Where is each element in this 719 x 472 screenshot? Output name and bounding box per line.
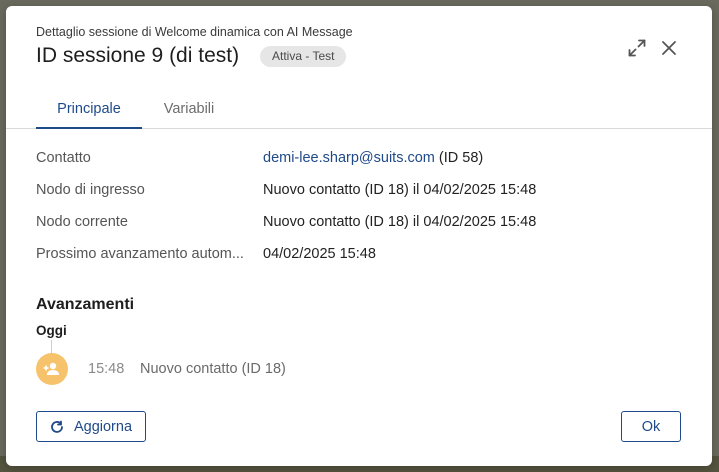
dialog-subtitle: Dettaglio sessione di Welcome dinamica c… <box>36 25 353 39</box>
tab-bar: Principale Variabili <box>6 94 712 129</box>
close-icon <box>662 41 676 55</box>
detail-row-current-node: Nodo corrente Nuovo contatto (ID 18) il … <box>36 214 686 234</box>
refresh-icon <box>50 420 64 434</box>
ok-button[interactable]: Ok <box>621 411 681 442</box>
progress-day-label: Oggi <box>36 323 67 338</box>
dialog-title: ID sessione 9 (di test) <box>36 44 240 67</box>
expand-button[interactable] <box>625 36 649 60</box>
contact-email-link[interactable]: demi-lee.sharp@suits.com <box>263 150 435 166</box>
current-node-label: Nodo corrente <box>36 214 128 230</box>
detail-row-entry-node: Nodo di ingresso Nuovo contatto (ID 18) … <box>36 182 686 202</box>
tab-variabili[interactable]: Variabili <box>154 94 224 128</box>
detail-row-next-auto: Prossimo avanzamento autom... 04/02/2025… <box>36 246 686 266</box>
refresh-button[interactable]: Aggiorna <box>36 411 146 442</box>
session-detail-dialog: Dettaglio sessione di Welcome dinamica c… <box>6 6 712 466</box>
contact-id: (ID 58) <box>438 150 484 166</box>
tab-principale[interactable]: Principale <box>36 94 142 129</box>
entry-node-label: Nodo di ingresso <box>36 182 145 198</box>
event-avatar <box>36 353 68 385</box>
close-button[interactable] <box>657 36 681 60</box>
timeline-line <box>51 340 52 354</box>
current-node-value: Nuovo contatto (ID 18) il 04/02/2025 15:… <box>263 214 537 230</box>
status-badge: Attiva - Test <box>260 46 347 67</box>
event-text: Nuovo contatto (ID 18) <box>140 361 286 377</box>
refresh-label: Aggiorna <box>73 418 133 435</box>
expand-icon <box>628 39 646 57</box>
progress-section-title: Avanzamenti <box>36 296 135 313</box>
contact-value: demi-lee.sharp@suits.com (ID 58) <box>263 150 483 166</box>
entry-node-value: Nuovo contatto (ID 18) il 04/02/2025 15:… <box>263 182 537 198</box>
event-time: 15:48 <box>88 361 125 377</box>
detail-row-contact: Contatto demi-lee.sharp@suits.com (ID 58… <box>36 150 686 170</box>
contact-label: Contatto <box>36 150 91 166</box>
next-auto-value: 04/02/2025 15:48 <box>263 246 376 262</box>
next-auto-label: Prossimo avanzamento autom... <box>36 246 244 262</box>
person-add-icon <box>43 362 60 375</box>
